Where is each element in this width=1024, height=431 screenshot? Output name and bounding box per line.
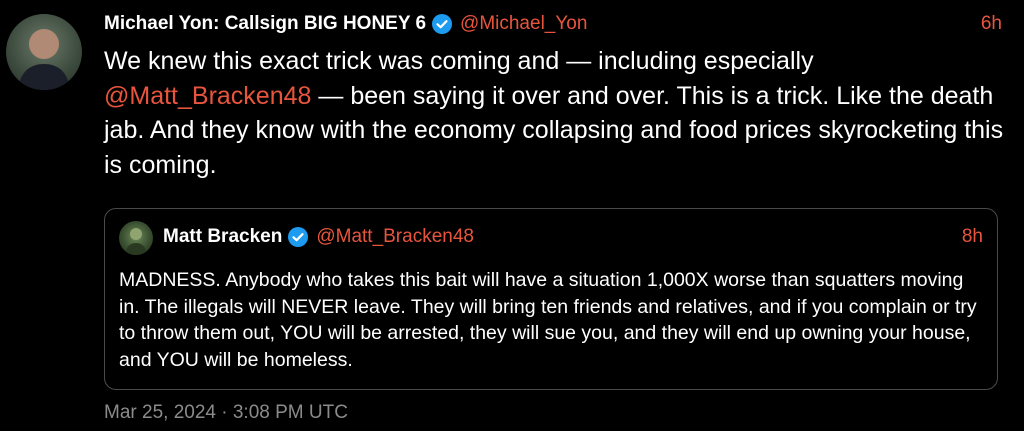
tweet-text: We knew this exact trick was coming and … <box>104 44 1004 182</box>
tweet-header: Michael Yon: Callsign BIG HONEY 6 @Micha… <box>104 10 1002 38</box>
person-silhouette-icon <box>125 228 147 255</box>
verified-badge-icon <box>432 14 453 34</box>
author-handle[interactable]: @Michael_Yon <box>460 13 587 35</box>
quoted-tweet[interactable]: Matt Bracken @Matt_Bracken48 8h MADNESS.… <box>104 208 998 390</box>
quoted-tweet-header: Matt Bracken @Matt_Bracken48 8h <box>163 223 983 251</box>
quoted-author-handle[interactable]: @Matt_Bracken48 <box>316 226 474 248</box>
person-silhouette-icon <box>18 29 70 90</box>
quoted-author-avatar[interactable] <box>119 221 153 255</box>
verified-badge-icon <box>288 227 309 247</box>
author-avatar[interactable] <box>6 14 82 90</box>
tweet-time[interactable]: 6h <box>981 13 1002 35</box>
quoted-tweet-text: MADNESS. Anybody who takes this bait wil… <box>119 269 977 371</box>
author-name[interactable]: Michael Yon: Callsign BIG HONEY 6 <box>104 13 426 35</box>
quoted-author-name[interactable]: Matt Bracken <box>163 226 282 248</box>
mention-link[interactable]: @Matt_Bracken48 <box>104 82 311 110</box>
tweet-text-part1: We knew this exact trick was coming and … <box>104 47 814 75</box>
quoted-tweet-time[interactable]: 8h <box>962 226 983 248</box>
tweet-timestamp[interactable]: Mar 25, 2024 · 3:08 PM UTC <box>104 402 348 424</box>
